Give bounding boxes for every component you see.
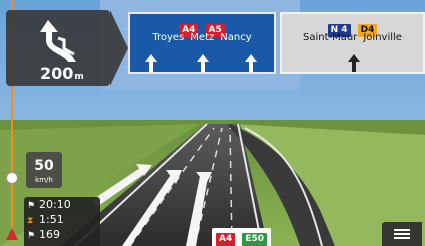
remaining-time: 1:51 bbox=[39, 213, 64, 226]
up-arrow-icon bbox=[245, 54, 257, 72]
trip-info-panel[interactable]: ⚑ 20:10 ⧗ 1:51 ⚑ 169 bbox=[24, 197, 100, 246]
destination-label: Troyes bbox=[152, 32, 185, 43]
maneuver-distance: 200m bbox=[40, 64, 84, 83]
navigation-screen: 200m A4 A5 Troyes Metz Nancy N 4 D4 Saint-… bbox=[0, 0, 425, 246]
menu-icon bbox=[394, 229, 410, 231]
road-shield: A4 bbox=[216, 233, 236, 246]
speed-limit-unit: km/h bbox=[35, 176, 53, 184]
speed-limit-value: 50 bbox=[34, 158, 54, 174]
destination-label: Nancy bbox=[220, 32, 252, 43]
destination-label: Joinville bbox=[363, 32, 402, 43]
signpost-main: A4 A5 Troyes Metz Nancy bbox=[128, 12, 276, 74]
distance-flag-icon: ⚑ bbox=[27, 231, 36, 241]
destination-label: Saint-Maur bbox=[303, 32, 358, 43]
keep-left-arrow-icon bbox=[40, 20, 76, 62]
next-maneuver-panel[interactable]: 200m bbox=[6, 10, 128, 86]
road-shield: E50 bbox=[242, 233, 268, 246]
up-arrow-icon bbox=[145, 54, 157, 72]
menu-button[interactable] bbox=[382, 222, 422, 246]
current-road-shields: A4 E50 bbox=[212, 228, 272, 246]
speed-limit-indicator: 50 km/h bbox=[26, 152, 62, 188]
signpost-side: N 4 D4 Saint-Maur Joinville bbox=[280, 12, 425, 74]
remaining-distance: 169 bbox=[39, 228, 60, 241]
destination-label: Metz bbox=[190, 32, 215, 43]
route-progress-handle bbox=[6, 172, 18, 184]
current-position-icon bbox=[6, 228, 18, 240]
arrival-time: 20:10 bbox=[39, 198, 71, 211]
up-arrow-icon bbox=[348, 54, 360, 72]
up-arrow-icon bbox=[197, 54, 209, 72]
